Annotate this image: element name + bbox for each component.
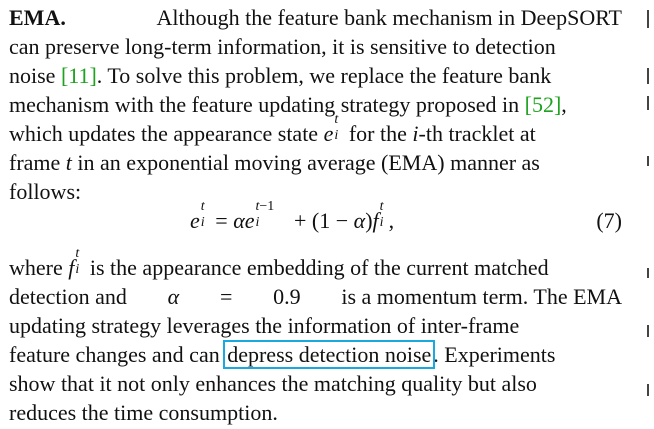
paragraph1-line2: can preserve long-term information, it i… [9,32,622,61]
paragraph2-line1-pre: where [9,255,69,280]
citation-52-link[interactable]: [52] [525,92,562,117]
paragraph2-line4: feature changes and can depress detectio… [9,340,622,369]
paragraph2-line6: reduces the time consumption. [9,398,622,427]
paragraph2-line2-pre: detection and [9,284,133,309]
paragraph2-line2: detection and α = 0.9 is a momentum term… [9,282,622,311]
var-alpha: α [167,284,180,309]
paragraph2-line4-post: . Experiments [433,342,556,367]
paragraph1-line1: EMA. Although the feature bank mechanism… [9,3,622,32]
var-e-sub: i [334,128,339,143]
var-e-scripts: ti [333,113,343,143]
adjacent-column-mark [647,268,649,278]
paragraph1-line5-post: -th tracklet at [418,121,536,146]
paragraph1-line6: frame t in an exponential moving average… [9,148,622,177]
paragraph1-line1-text: Although the feature bank mechanism in D… [156,5,622,30]
var-e-sup: t [334,112,339,127]
adjacent-column-mark [647,10,649,28]
var-f-scripts: ti [75,246,80,277]
var-e: e [323,121,334,146]
paragraph2-line1-post: is the appearance embedding of the curre… [84,255,549,280]
paragraph1-line6-pre: frame [9,150,66,175]
paragraph1-line7-text: follows: [9,179,82,204]
equation-7: eti = αe t−1 i + (1 − α)f t i, (7) [9,199,622,237]
paragraph2-line6-text: reduces the time consumption. [9,400,278,425]
paragraph1-line4-post: , [561,92,567,117]
paragraph1-line4-pre: mechanism with the feature updating stra… [9,92,525,117]
paragraph1-line4: mechanism with the feature updating stra… [9,90,622,119]
adjacent-column-mark [647,68,649,84]
paragraph2-line4-pre: feature changes and can [9,342,226,367]
paragraph1-line5: which updates the appearance state eti f… [9,113,622,148]
paragraph1-line2-text: can preserve long-term information, it i… [9,34,556,59]
ema-heading: EMA. [9,5,66,30]
paragraph2-line3: updating strategy leverages the informat… [9,311,622,340]
paragraph1-line7: follows: [9,177,622,206]
paragraph1-line3-pre: noise [9,63,61,88]
adjacent-column-mark [647,325,649,337]
paragraph2-line1: where fti is the appearance embedding of… [9,246,622,282]
highlighted-phrase[interactable]: depress detection noise [223,340,436,369]
adjacent-column-mark [647,384,649,396]
paragraph2-line3-text: updating strategy leverages the informat… [9,313,520,338]
paragraph2-line2-eq: = [214,284,238,309]
equation-7-body: eti = αe t−1 i + (1 − α)f t i, [190,199,395,234]
paragraph1-line5-mid: for the [343,121,413,146]
paragraph2-line2-post: is a momentum term. The EMA [335,284,622,309]
paragraph1-line3-post: . To solve this problem, we replace the … [96,63,552,88]
adjacent-column-mark [647,156,649,166]
paragraph2-line5-text: show that it not only enhances the match… [9,371,537,396]
citation-11-link[interactable]: [11] [61,63,97,88]
adjacent-column-mark [647,96,649,110]
paragraph2-line2-val: 0.9 [273,284,301,309]
paragraph1-line6-post: in an exponential moving average (EMA) m… [71,150,540,175]
paragraph1-line3: noise [11]. To solve this problem, we re… [9,61,622,90]
paragraph1-line5-pre: which updates the appearance state [9,121,324,146]
equation-number: (7) [596,208,622,233]
paragraph2-line5: show that it not only enhances the match… [9,369,622,398]
